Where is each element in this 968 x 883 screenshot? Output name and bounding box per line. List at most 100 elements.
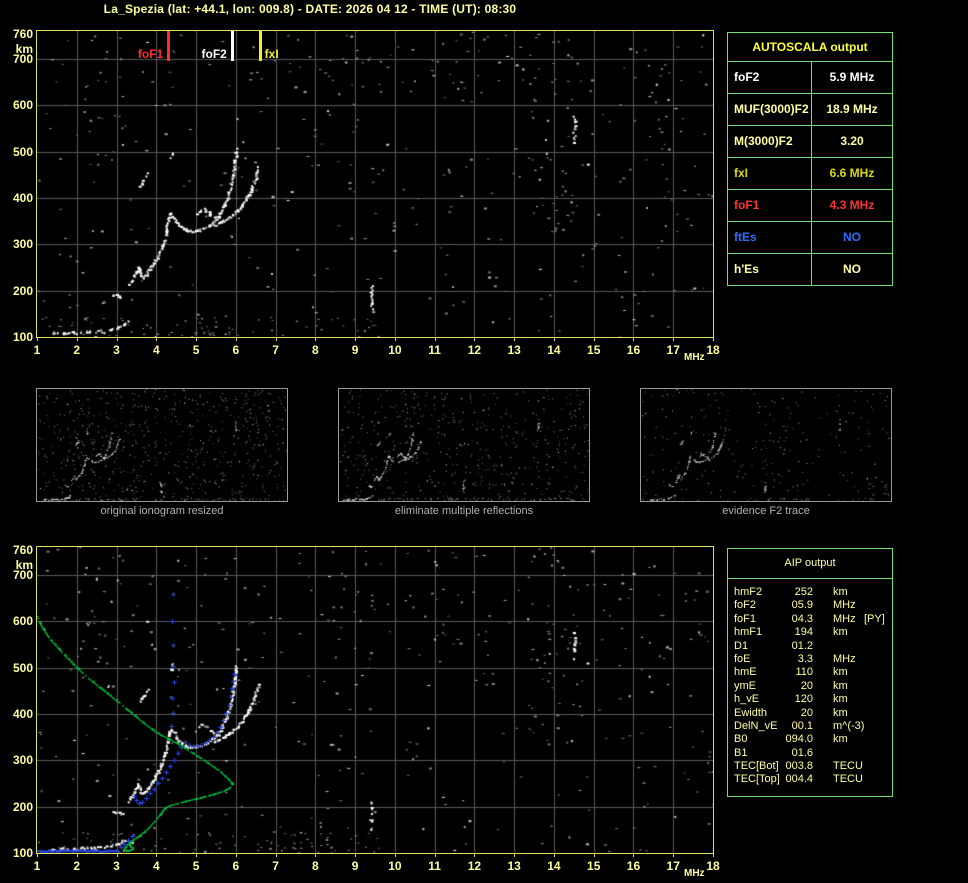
aip-row-label: B1	[734, 746, 748, 759]
autoscala-row-label: h'Es	[728, 254, 812, 285]
x-axis-tick	[116, 854, 118, 857]
autoscala-row-label: foF1	[728, 190, 812, 221]
aip-row-unit: TECU	[833, 773, 863, 786]
x-axis-tick	[275, 338, 277, 341]
aip-row: DelN_vE 00.1 m^(-3)	[728, 720, 892, 733]
x-axis-tick-label: 12	[467, 859, 482, 873]
aip-table: AIP output hmF2 252 km foF2 05.9 MHz foF1 04.3 M…	[727, 548, 893, 797]
aip-row-value: 20	[800, 679, 813, 692]
x-axis-tick	[156, 854, 158, 857]
fof1-marker-label: foF1	[137, 47, 164, 61]
aip-row-label: hmF1	[734, 626, 763, 639]
y-axis-tick-label: 400	[12, 706, 33, 721]
x-axis-tick-label: 10	[388, 343, 402, 357]
x-axis-tick	[434, 338, 436, 341]
aip-row-value: 20	[800, 706, 813, 719]
y-axis-unit-label: km	[15, 558, 33, 572]
aip-row-unit: km	[833, 666, 848, 679]
thumbnail-canvas	[641, 389, 891, 501]
x-axis-tick-label: 5	[192, 859, 200, 873]
autoscala-table: AUTOSCALA output foF2 5.9 MHz MUF(3000)F…	[727, 32, 893, 286]
x-axis-tick	[593, 338, 595, 341]
aip-row-unit: km	[833, 679, 848, 692]
autoscala-row-value: 3.20	[840, 134, 864, 148]
autoscala-row-ftes: ftEs NO	[728, 222, 892, 254]
x-axis-tick	[196, 854, 198, 857]
x-axis-tick-label: 17	[666, 343, 680, 357]
x-axis-tick	[394, 854, 396, 857]
aip-row: hmE 110 km	[728, 666, 892, 679]
x-axis-tick	[553, 854, 555, 857]
aip-row-label: D1	[734, 639, 749, 652]
x-axis-tick	[633, 338, 635, 341]
x-axis-tick-label: 17	[666, 859, 680, 873]
x-axis-tick	[315, 854, 317, 857]
x-axis-tick	[37, 854, 38, 857]
autoscala-row-muf: MUF(3000)F2 18.9 MHz	[728, 94, 892, 126]
aip-row: D1 01.2	[728, 640, 892, 653]
aip-row-flag: [PY]	[864, 612, 885, 625]
aip-row-unit: MHz	[833, 652, 856, 665]
aip-row-value: 003.8	[785, 760, 813, 773]
x-axis-tick-label: 4	[152, 859, 160, 873]
y-axis-tick-label: 100	[12, 846, 33, 860]
x-axis-tick-label: 1	[33, 859, 41, 873]
autoscala-row-value: 5.9 MHz	[829, 70, 875, 84]
aip-row-label: hmF2	[734, 586, 763, 598]
fof2-marker-label: foF2	[201, 47, 227, 61]
aip-row-unit: MHz	[833, 599, 856, 612]
thumbnail-caption: evidence F2 trace	[722, 505, 810, 517]
aip-row-value: 194	[794, 626, 813, 639]
x-axis-tick-label: 18	[706, 343, 720, 357]
aip-row-value: 3.3	[797, 652, 813, 665]
y-axis-tick-label: 200	[12, 799, 33, 814]
x-axis-tick-label: 2	[73, 343, 81, 357]
aip-row: foF1 04.3 MHz [PY]	[728, 613, 892, 626]
x-axis-tick	[275, 854, 277, 857]
fxi-marker-line	[258, 31, 262, 61]
autoscala-row-label: fxI	[728, 158, 812, 189]
x-axis-tick	[713, 338, 714, 341]
autoscala-row-value: NO	[843, 230, 861, 244]
ionogram-plot-profile	[36, 546, 714, 854]
x-axis-tick-label: 8	[312, 859, 319, 873]
y-axis-tick-label: 760	[12, 27, 33, 41]
aip-row-value: 094.0	[785, 733, 813, 746]
y-axis-tick-label: 600	[12, 614, 33, 629]
aip-row-label: foF1	[734, 612, 757, 625]
x-axis-tick-label: 15	[587, 343, 601, 357]
aip-row-value: 110	[795, 666, 813, 679]
x-axis-tick	[673, 854, 675, 857]
x-axis-tick-label: 2	[73, 859, 81, 873]
autoscala-row-fxi: fxI 6.6 MHz	[728, 158, 892, 190]
autoscala-row-hes: h'Es NO	[728, 254, 892, 285]
aip-row: foE 3.3 MHz	[728, 653, 892, 666]
aip-row: TEC[Bot] 003.8 TECU	[728, 760, 892, 773]
x-axis-tick-label: 10	[388, 859, 402, 873]
thumbnail-canvas	[37, 389, 287, 501]
x-axis-tick-label: 12	[467, 343, 482, 357]
aip-row-unit: km	[833, 626, 848, 639]
fof1-marker-line	[167, 31, 171, 61]
x-axis-tick	[514, 338, 516, 341]
x-axis-tick-label: 9	[351, 859, 359, 873]
aip-row-label: foF2	[734, 599, 757, 612]
aip-row-unit: TECU	[833, 760, 863, 773]
aip-row-value: 01.2	[791, 639, 813, 652]
x-axis-tick-label: 14	[547, 859, 561, 873]
page-title: La_Spezia (lat: +44.1, lon: 009.8) - DAT…	[103, 2, 517, 16]
x-axis-tick	[37, 338, 38, 341]
x-axis-tick-label: 11	[428, 859, 441, 873]
x-axis-tick	[514, 854, 516, 857]
aip-row: hmF1 194 km	[728, 626, 892, 639]
autoscala-row-label: foF2	[728, 62, 812, 93]
aip-row: TEC[Top] 004.4 TECU	[728, 773, 892, 786]
x-axis-tick	[235, 854, 237, 857]
ionogram-canvas-main	[37, 31, 713, 337]
x-axis-tick-label: 3	[113, 343, 120, 357]
x-axis-tick	[196, 338, 198, 341]
x-axis-tick-label: 15	[587, 859, 601, 873]
x-axis-tick-label: 16	[626, 343, 641, 357]
x-axis-tick-label: 6	[232, 343, 240, 357]
aip-row-value: 01.6	[791, 746, 813, 759]
